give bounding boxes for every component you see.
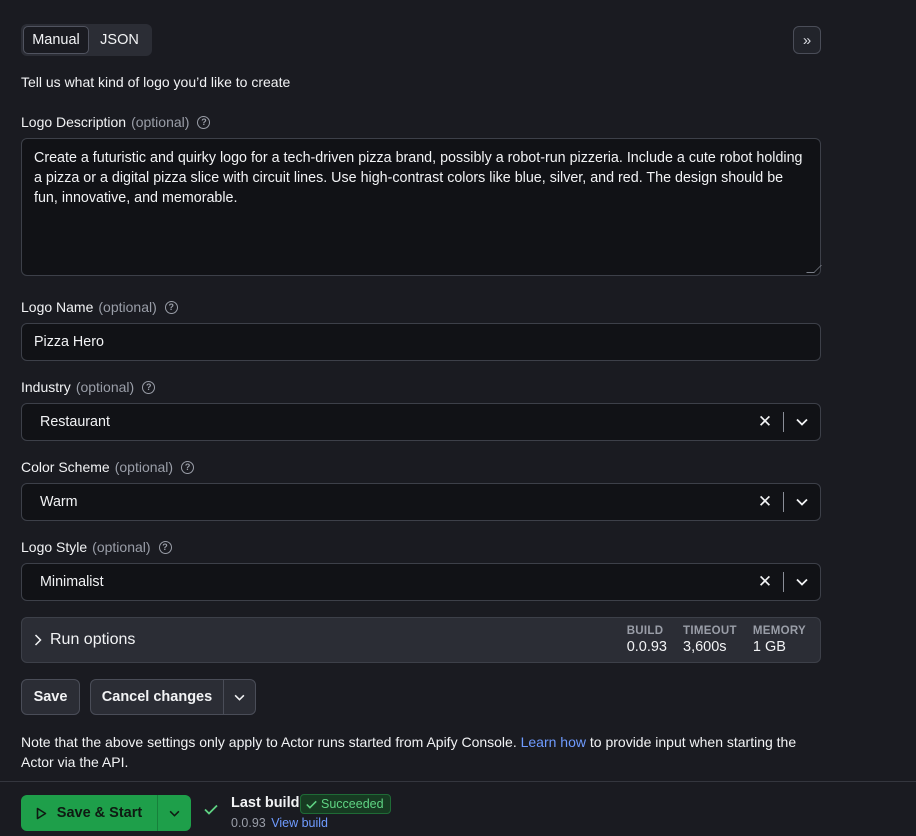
logo-name-input[interactable]: Pizza Hero <box>21 323 821 361</box>
style-label-text: Logo Style <box>21 539 88 555</box>
run-options-label: Run options <box>50 631 136 648</box>
cancel-changes-button[interactable]: Cancel changes <box>91 689 223 705</box>
name-label: Logo Name (optional) ? <box>21 299 178 315</box>
save-and-start-button[interactable]: Save & Start <box>21 795 157 831</box>
logo-description-textarea[interactable]: Create a futuristic and quirky logo for … <box>21 138 822 276</box>
double-chevron-right-icon: » <box>802 31 812 49</box>
description-label: Logo Description (optional) ? <box>21 114 211 130</box>
optional-tag: (optional) <box>98 299 157 315</box>
color-scheme-select[interactable]: Warm ✕ <box>21 483 821 521</box>
check-icon <box>306 800 317 809</box>
industry-label-text: Industry <box>21 379 71 395</box>
save-and-start-label: Save & Start <box>56 805 143 821</box>
collapse-panel-button[interactable]: » <box>793 26 821 54</box>
chevron-down-icon[interactable] <box>784 404 820 440</box>
help-icon[interactable]: ? <box>142 380 156 394</box>
color-scheme-value: Warm <box>40 494 78 510</box>
input-mode-toggle: Manual JSON <box>21 24 152 56</box>
view-build-link[interactable]: View build <box>271 816 328 830</box>
optional-tag: (optional) <box>75 379 135 395</box>
resize-handle-icon[interactable] <box>806 265 822 273</box>
chevron-down-icon[interactable] <box>223 680 255 714</box>
last-build-title: Last build <box>231 795 300 811</box>
clear-icon[interactable]: ✕ <box>747 564 783 600</box>
clear-icon[interactable]: ✕ <box>747 404 783 440</box>
memory-stat-label: MEMORY <box>752 625 806 637</box>
build-version-value: 0.0.93 <box>231 816 266 830</box>
start-options-chevron-icon[interactable] <box>157 795 191 831</box>
logo-description-value: Create a futuristic and quirky logo for … <box>34 150 803 206</box>
name-label-text: Logo Name <box>21 299 94 315</box>
learn-how-link[interactable]: Learn how <box>521 734 586 750</box>
play-icon <box>36 807 47 819</box>
help-icon[interactable]: ? <box>158 540 172 554</box>
status-badge-label: Succeeded <box>321 797 384 811</box>
logo-name-value: Pizza Hero <box>34 334 104 350</box>
optional-tag: (optional) <box>92 539 151 555</box>
help-icon[interactable]: ? <box>164 300 178 314</box>
tab-json[interactable]: JSON <box>89 26 150 54</box>
memory-stat: MEMORY 1 GB <box>753 625 806 655</box>
industry-label: Industry (optional) ? <box>21 379 156 395</box>
note-text: Note that the above settings only apply … <box>21 734 521 750</box>
industry-select[interactable]: Restaurant ✕ <box>21 403 821 441</box>
build-stat-value: 0.0.93 <box>626 639 668 655</box>
run-options-panel[interactable]: Run options BUILD 0.0.93 TIMEOUT 3,600s … <box>21 617 821 663</box>
cancel-changes-split-button: Cancel changes <box>90 679 256 715</box>
chevron-down-icon[interactable] <box>784 564 820 600</box>
api-note: Note that the above settings only apply … <box>21 732 821 772</box>
industry-value: Restaurant <box>40 414 110 430</box>
footer-bar: Save & Start Last build Succeeded 0.0.93… <box>0 781 916 836</box>
style-label: Logo Style (optional) ? <box>21 539 172 555</box>
description-label-text: Logo Description <box>21 114 127 130</box>
help-icon[interactable]: ? <box>181 460 195 474</box>
chevron-down-icon[interactable] <box>784 484 820 520</box>
save-button[interactable]: Save <box>21 679 80 715</box>
build-version: 0.0.93 View build <box>231 816 328 830</box>
chevron-right-icon <box>34 634 42 646</box>
tab-manual[interactable]: Manual <box>23 26 89 54</box>
build-stat-label: BUILD <box>626 625 664 637</box>
clear-icon[interactable]: ✕ <box>747 484 783 520</box>
color-scheme-label: Color Scheme (optional) ? <box>21 459 195 475</box>
timeout-stat-label: TIMEOUT <box>683 625 737 637</box>
logo-style-value: Minimalist <box>40 574 104 590</box>
logo-style-select[interactable]: Minimalist ✕ <box>21 563 821 601</box>
optional-tag: (optional) <box>114 459 174 475</box>
help-icon[interactable]: ? <box>197 115 211 129</box>
optional-tag: (optional) <box>131 114 190 130</box>
timeout-stat: TIMEOUT 3,600s <box>683 625 737 655</box>
memory-stat-value: 1 GB <box>752 639 786 655</box>
status-badge: Succeeded <box>300 794 391 814</box>
color-scheme-label-text: Color Scheme <box>21 459 110 475</box>
form-intro-text: Tell us what kind of logo you’d like to … <box>21 74 291 90</box>
build-stat: BUILD 0.0.93 <box>627 625 667 655</box>
timeout-stat-value: 3,600s <box>683 639 727 655</box>
check-icon <box>204 804 218 815</box>
